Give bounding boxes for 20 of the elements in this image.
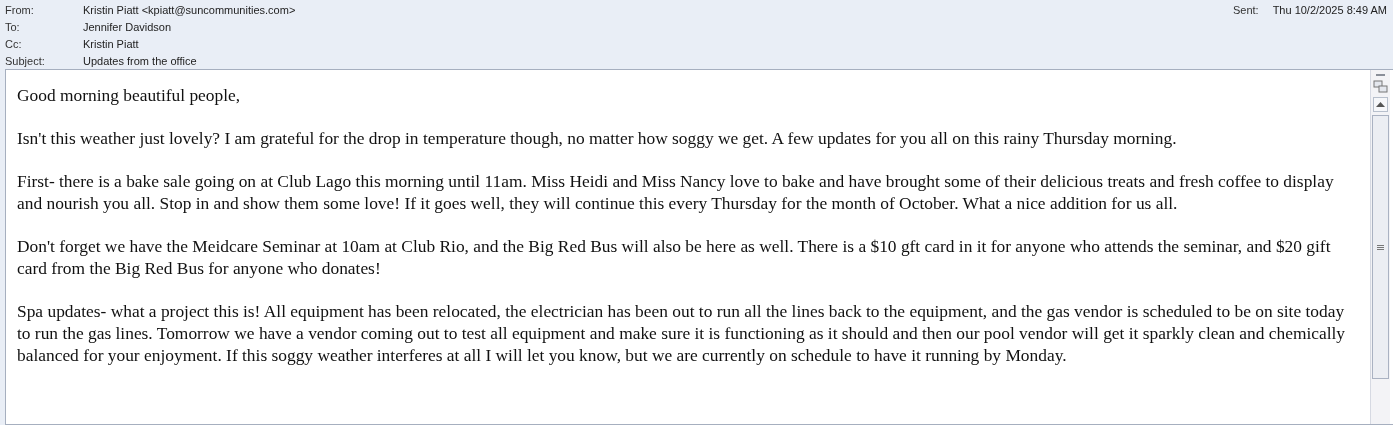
paragraph: Don't forget we have the Meidcare Seminar at 10am at Club Rio, and the Big Red Bus will also be here as well. There is a $10 gft card in it for anyone who attends the seminar, and $20 gift card from the Big Red Bus for anyone who donates! — [17, 235, 1332, 279]
field-value: Jennifer Davidson — [83, 20, 173, 33]
field-label: To: — [5, 20, 21, 33]
paragraph: Spa updates- what a project this is! All equipment has been relocated, the electrician has been out to run all the lines back to the equipment, and the gas vendor is scheduled to be on site today to run the gas lines. Tomorrow we have a vendor coming out to test all equipment and make sure it is functioning as it should and then our pool vendor will get it sparkly clean and chemically balanced for your enjoyment. If this soggy weather interferes at all I will let you know, but we are currently on schedule to have it running by Monday. — [17, 300, 1347, 366]
paragraph: Isn't this weather just lovely? I am grateful for the drop in temperature though, no matter how soggy we get. A few updates for you all on this rainy Thursday morning. — [17, 127, 1178, 149]
sent-label: Sent: — [1232, 3, 1259, 16]
scrollbar[interactable] — [1370, 70, 1390, 424]
field-value: Kristin Piatt <kpiatt@suncommunities.com> — [83, 3, 296, 16]
up-arrow-icon — [1376, 102, 1385, 107]
field-value: Kristin Piatt — [83, 37, 140, 50]
paragraph: First- there is a bake sale going on at Club Lago this morning until 11am. Miss Heidi and Miss Nancy love to bake and have brought some of their delicious treats and fresh coffee to display and nourish you all. Stop in and show them some love! If it goes well, they will continue this every Thursday for the month of October. What a nice addition for us all. — [17, 170, 1335, 214]
field-value: Updates from the office — [83, 54, 198, 67]
field-label: Cc: — [5, 37, 23, 50]
scroll-thumb[interactable] — [1372, 115, 1389, 379]
field-label: Subject: — [5, 54, 46, 67]
grip-icon — [1377, 244, 1384, 250]
paragraph: Good morning beautiful people, — [17, 84, 242, 106]
field-label: From: — [5, 3, 35, 16]
sent-value: Thu 10/2/2025 8:49 AM — [1272, 3, 1387, 16]
scroll-up-button[interactable] — [1373, 97, 1388, 112]
